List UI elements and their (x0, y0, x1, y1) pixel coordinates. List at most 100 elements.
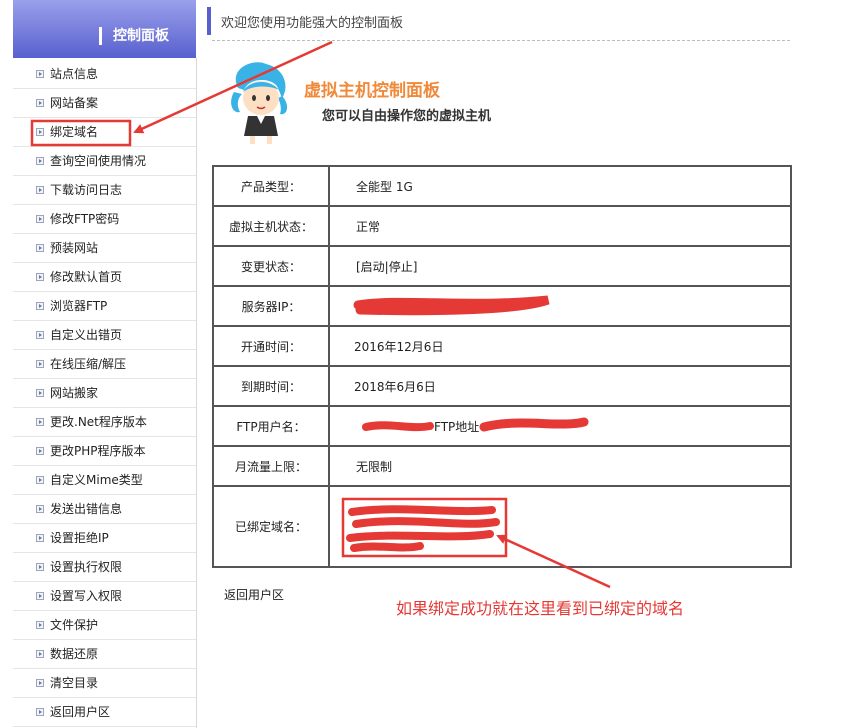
sidebar-item-write-perm[interactable]: 设置写入权限 (13, 582, 196, 611)
sidebar-item-label: 在线压缩/解压 (50, 357, 127, 371)
bullet-icon (36, 186, 44, 194)
sidebar-item-label: 网站搬家 (50, 386, 99, 400)
sidebar-item-restore[interactable]: 数据还原 (13, 640, 196, 669)
sidebar-item-label: 下载访问日志 (50, 183, 123, 197)
row-label: FTP用户名： (212, 405, 330, 447)
sidebar-item-preinstall[interactable]: 预装网站 (13, 234, 196, 263)
annotation-text: 如果绑定成功就在这里看到已绑定的域名 (396, 599, 685, 618)
sidebar-item-mime[interactable]: 自定义Mime类型 (13, 466, 196, 495)
sidebar-item-space-usage[interactable]: 查询空间使用情况 (13, 147, 196, 176)
row-label: 变更状态： (212, 245, 330, 287)
header-divider (212, 40, 790, 41)
sidebar-item-label: 绑定域名 (50, 125, 99, 139)
bullet-icon (36, 389, 44, 397)
bullet-icon (36, 418, 44, 426)
panel-title: 虚拟主机控制面板 (304, 81, 440, 101)
table-row: 产品类型： 全能型 1G (212, 165, 792, 207)
sidebar-title: 控制面板 (113, 28, 169, 44)
sidebar-item-label: 网站备案 (50, 96, 99, 110)
sidebar-item-migrate[interactable]: 网站搬家 (13, 379, 196, 408)
sidebar-item-default-page[interactable]: 修改默认首页 (13, 263, 196, 292)
row-value: 2016年12月6日 (328, 325, 792, 367)
sidebar-item-label: 修改默认首页 (50, 270, 123, 284)
bullet-icon (36, 679, 44, 687)
bullet-icon (36, 650, 44, 658)
table-row: 已绑定域名： (212, 485, 792, 568)
sidebar-item-download-logs[interactable]: 下载访问日志 (13, 176, 196, 205)
sidebar-item-bind-domain[interactable]: 绑定域名 (13, 118, 196, 147)
mascot-avatar-icon (231, 62, 288, 144)
bullet-icon (36, 563, 44, 571)
bullet-icon (36, 244, 44, 252)
sidebar-item-site-info[interactable]: 站点信息 (13, 60, 196, 89)
row-label: 开通时间： (212, 325, 330, 367)
back-to-user-area-link[interactable]: 返回用户区 (224, 586, 284, 603)
bullet-icon (36, 708, 44, 716)
sidebar-item-label: 自定义Mime类型 (50, 473, 143, 487)
row-value: 无限制 (328, 445, 792, 487)
sidebar-item-send-errors[interactable]: 发送出错信息 (13, 495, 196, 524)
sidebar-item-label: 文件保护 (50, 618, 99, 632)
table-row: 变更状态： [启动|停止] (212, 245, 792, 287)
sidebar-item-php-version[interactable]: 更改PHP程序版本 (13, 437, 196, 466)
sidebar-item-label: 修改FTP密码 (50, 212, 120, 226)
bullet-icon (36, 476, 44, 484)
bullet-icon (36, 302, 44, 310)
sidebar-item-label: 返回用户区 (50, 705, 111, 719)
row-value-redacted: FTP地址 (328, 405, 792, 447)
sidebar-item-dotnet-version[interactable]: 更改.Net程序版本 (13, 408, 196, 437)
bullet-icon (36, 128, 44, 136)
sidebar-item-label: 更改PHP程序版本 (50, 444, 146, 458)
sidebar-item-label: 设置执行权限 (50, 560, 123, 574)
sidebar-item-label: 预装网站 (50, 241, 99, 255)
row-value: 正常 (328, 205, 792, 247)
row-label: 到期时间： (212, 365, 330, 407)
sidebar-item-label: 更改.Net程序版本 (50, 415, 147, 429)
row-label: 产品类型： (212, 165, 330, 207)
sidebar-item-back[interactable]: 返回用户区 (13, 698, 196, 727)
sidebar-item-error-page[interactable]: 自定义出错页 (13, 321, 196, 350)
sidebar-item-compress[interactable]: 在线压缩/解压 (13, 350, 196, 379)
sidebar-item-file-protect[interactable]: 文件保护 (13, 611, 196, 640)
table-row: 开通时间： 2016年12月6日 (212, 325, 792, 367)
table-row: FTP用户名： FTP地址 (212, 405, 792, 447)
sidebar-menu: 站点信息 网站备案 绑定域名 查询空间使用情况 下载访问日志 修改FTP密码 预… (13, 60, 196, 727)
sidebar-item-web-ftp[interactable]: 浏览器FTP (13, 292, 196, 321)
panel-subtitle: 您可以自由操作您的虚拟主机 (322, 109, 492, 124)
bullet-icon (36, 331, 44, 339)
table-row: 月流量上限： 无限制 (212, 445, 792, 487)
status-toggle-link[interactable]: [启动|停止] (328, 245, 792, 287)
sidebar-item-label: 站点信息 (50, 67, 99, 81)
sidebar-item-label: 查询空间使用情况 (50, 154, 147, 168)
sidebar-item-label: 清空目录 (50, 676, 99, 690)
bullet-icon (36, 621, 44, 629)
sidebar-item-deny-ip[interactable]: 设置拒绝IP (13, 524, 196, 553)
bullet-icon (36, 592, 44, 600)
bullet-icon (36, 273, 44, 281)
bullet-icon (36, 99, 44, 107)
sidebar-item-label: 数据还原 (50, 647, 99, 661)
sidebar-item-ftp-password[interactable]: 修改FTP密码 (13, 205, 196, 234)
row-value: 2018年6月6日 (328, 365, 792, 407)
sidebar-item-label: 自定义出错页 (50, 328, 123, 342)
bullet-icon (36, 505, 44, 513)
table-row: 虚拟主机状态： 正常 (212, 205, 792, 247)
sidebar-item-clear-dir[interactable]: 清空目录 (13, 669, 196, 698)
row-value: 全能型 1G (328, 165, 792, 207)
sidebar-item-exec-perm[interactable]: 设置执行权限 (13, 553, 196, 582)
row-label: 虚拟主机状态： (212, 205, 330, 247)
bullet-icon (36, 360, 44, 368)
sidebar-item-label: 发送出错信息 (50, 502, 123, 516)
sidebar-item-label: 设置拒绝IP (50, 531, 109, 545)
host-info-table: 产品类型： 全能型 1G 虚拟主机状态： 正常 变更状态： [启动|停止] 服务… (212, 165, 792, 568)
row-label: 月流量上限： (212, 445, 330, 487)
sidebar-item-icp[interactable]: 网站备案 (13, 89, 196, 118)
sidebar-header: 控制面板 (13, 0, 196, 58)
sidebar-header-bar (99, 27, 102, 45)
welcome-text: 欢迎您使用功能强大的控制面板 (221, 16, 404, 31)
sidebar: 控制面板 站点信息 网站备案 绑定域名 查询空间使用情况 下载访问日志 修改FT… (0, 0, 197, 728)
bound-domains-value (328, 485, 792, 568)
row-label: 服务器IP： (212, 285, 330, 327)
bullet-icon (36, 215, 44, 223)
bullet-icon (36, 534, 44, 542)
